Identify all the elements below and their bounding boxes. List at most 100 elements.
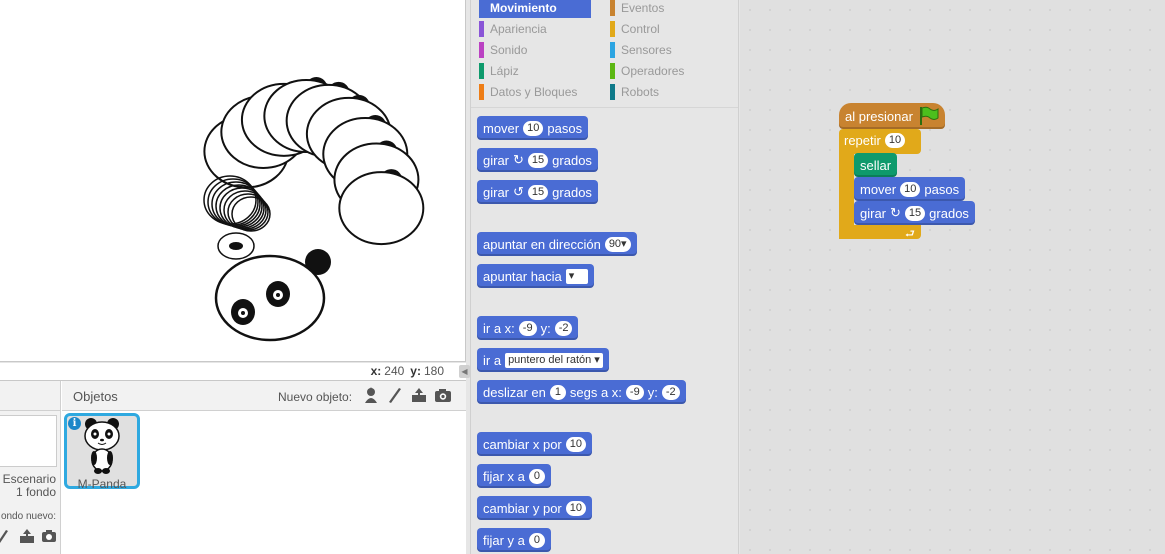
block-text: cambiar x por [483, 436, 562, 452]
sprites-pane: Objetos Nuevo objeto: i M-Panda [62, 381, 466, 554]
block-change-y[interactable]: cambiar y por 10 [477, 496, 592, 520]
degrees-input[interactable]: 15 [527, 184, 549, 200]
block-text: grados [929, 205, 969, 221]
sprite-thumbnail-m-panda[interactable]: i M-Panda [64, 413, 140, 491]
degrees-input[interactable]: 15 [904, 205, 926, 221]
category-eventos[interactable]: Eventos [610, 0, 722, 18]
block-point-in-direction[interactable]: apuntar en dirección 90▾ [477, 232, 637, 256]
panda-stamp-trail [203, 77, 425, 342]
scripts-area[interactable]: al presionar repetir 10 ⮐ sellar mover 1… [740, 0, 1165, 554]
sprites-pane-header: Objetos Nuevo objeto: [62, 381, 466, 411]
block-move-steps[interactable]: mover 10 pasos [477, 116, 589, 140]
category-label: Sonido [490, 43, 528, 57]
collapse-stage-button[interactable]: ◀ [459, 365, 470, 378]
block-glide[interactable]: deslizar en 1 segs a x: -9 y: -2 [477, 380, 686, 404]
category-list: Movimiento Apariencia Sonido Lápiz Datos y B… [471, 0, 738, 108]
block-set-y[interactable]: fijar y a 0 [477, 528, 551, 552]
goto-target-dropdown[interactable]: puntero del ratón ▾ [505, 352, 603, 368]
y-change-input[interactable]: 10 [565, 500, 586, 516]
rotate-counterclockwise-icon: ↺ [513, 184, 524, 199]
repeat-label: repetir 10 [844, 133, 906, 148]
category-color-swatch [610, 63, 615, 79]
block-go-to-xy[interactable]: ir a x: -9 y: -2 [477, 316, 579, 340]
category-label: Apariencia [490, 22, 547, 36]
category-movimiento[interactable]: Movimiento [479, 0, 591, 18]
block-text: cambiar y por [483, 500, 562, 516]
category-label: Datos y Bloques [490, 85, 578, 99]
category-color-swatch [479, 21, 484, 37]
y-label: y: [410, 364, 421, 378]
category-lápiz[interactable]: Lápiz [479, 63, 591, 81]
x-change-input[interactable]: 10 [565, 436, 586, 452]
category-color-swatch [610, 0, 615, 16]
stage-thumbnail[interactable] [0, 415, 57, 467]
block-change-x[interactable]: cambiar x por 10 [477, 432, 592, 456]
block-text: y: [647, 384, 658, 400]
block-text: deslizar en [483, 384, 546, 400]
category-datos-y-bloques[interactable]: Datos y Bloques [479, 84, 591, 102]
category-color-swatch [479, 63, 484, 79]
block-point-towards[interactable]: apuntar hacia ▾ [477, 264, 594, 288]
block-palette: Movimiento Apariencia Sonido Lápiz Datos y B… [470, 0, 739, 554]
panda-sprite-icon [84, 418, 120, 474]
paint-sprite-icon[interactable] [386, 386, 404, 404]
upload-backdrop-icon[interactable] [18, 527, 36, 545]
category-label: Control [621, 22, 660, 36]
block-text: fijar x a [483, 468, 525, 484]
block-go-to[interactable]: ir a puntero del ratón ▾ [477, 348, 609, 372]
category-label: Sensores [621, 43, 672, 57]
secs-input[interactable]: 1 [549, 384, 566, 400]
category-color-swatch [610, 84, 615, 100]
block-text: mover [860, 181, 897, 197]
stage-label: Escenario 1 fondo [3, 473, 56, 499]
block-text: ir a [483, 352, 502, 368]
scratch-editor: x: 240 y: 180 ◀ Escenario 1 fondo ondo nuev… [0, 0, 1165, 554]
new-backdrop-label: ondo nuevo: [0, 511, 56, 522]
block-text: segs a x: [569, 384, 622, 400]
degrees-input[interactable]: 15 [527, 152, 549, 168]
category-label: Movimiento [490, 1, 557, 15]
paint-backdrop-icon[interactable] [0, 527, 14, 545]
y-set-input[interactable]: 0 [528, 532, 545, 548]
category-control[interactable]: Control [610, 21, 722, 39]
y-input[interactable]: -2 [661, 384, 680, 400]
category-apariencia[interactable]: Apariencia [479, 21, 591, 39]
category-label: Lápiz [490, 64, 519, 78]
new-backdrop-tools [0, 527, 58, 545]
block-text: mover [483, 120, 520, 136]
category-operadores[interactable]: Operadores [610, 63, 722, 81]
block-text: repetir [844, 133, 881, 148]
steps-input[interactable]: 10 [900, 181, 921, 197]
target-dropdown[interactable]: ▾ [565, 268, 588, 284]
category-sensores[interactable]: Sensores [610, 42, 722, 60]
new-object-tools [362, 386, 452, 404]
block-turn-right[interactable]: girar ↻ 15 grados [854, 201, 975, 225]
mouse-coordinates: x: 240 y: 180 [0, 363, 466, 380]
camera-sprite-icon[interactable] [434, 386, 452, 404]
camera-backdrop-icon[interactable] [40, 527, 58, 545]
sprite-library-icon[interactable] [362, 386, 380, 404]
block-when-flag-clicked[interactable]: al presionar [839, 103, 945, 129]
direction-input[interactable]: 90▾ [604, 236, 631, 252]
block-turn-right[interactable]: girar ↻ 15 grados [477, 148, 598, 172]
x-set-input[interactable]: 0 [528, 468, 545, 484]
x-label: x: [370, 364, 382, 378]
block-turn-left[interactable]: girar ↺ 15 grados [477, 180, 598, 204]
x-input[interactable]: -9 [625, 384, 644, 400]
steps-input[interactable]: 10 [523, 120, 544, 136]
block-text: girar [483, 184, 510, 200]
y-input[interactable]: -2 [554, 320, 573, 336]
block-text: y: [540, 320, 551, 336]
category-label: Eventos [621, 1, 665, 15]
category-sonido[interactable]: Sonido [479, 42, 591, 60]
category-label: Robots [621, 85, 660, 99]
category-color-swatch [479, 42, 484, 58]
repeat-count-input[interactable]: 10 [884, 133, 906, 148]
category-robots[interactable]: Robots [610, 84, 722, 102]
block-set-x[interactable]: fijar x a 0 [477, 464, 551, 488]
block-text: girar [483, 152, 510, 168]
x-input[interactable]: -9 [518, 320, 537, 336]
upload-sprite-icon[interactable] [410, 386, 428, 404]
block-text: grados [552, 152, 592, 168]
stage[interactable] [0, 0, 466, 362]
